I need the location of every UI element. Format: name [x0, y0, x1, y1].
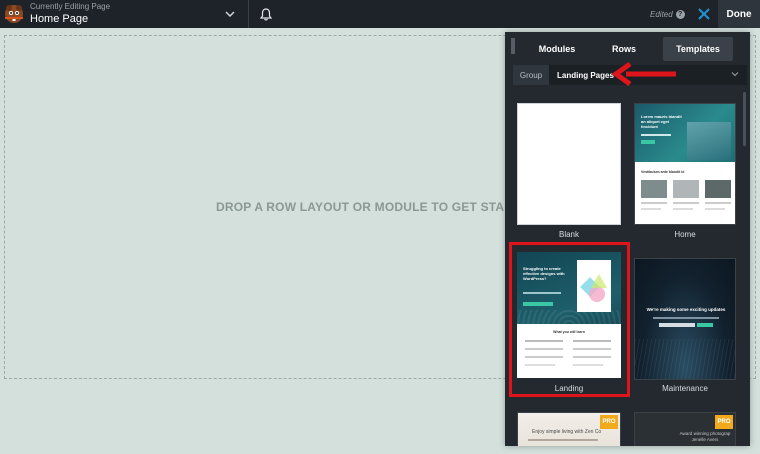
template-label: Maintenance: [662, 384, 708, 393]
home-hero-text: Lorem mauris blandit an aliquet eget tin…: [641, 114, 682, 129]
template-thumbnail[interactable]: Enjoy simple living with Zen Co PRO: [517, 412, 621, 446]
zen-hero-text: Enjoy simple living with Zen Co: [532, 429, 602, 435]
maintenance-hero-text: We're making some exciting updates: [646, 307, 726, 312]
drag-handle-icon[interactable]: [511, 38, 515, 54]
chevron-down-icon[interactable]: [220, 0, 240, 28]
template-label: Home: [674, 230, 696, 239]
close-icon[interactable]: [694, 0, 714, 28]
edited-status: Edited ?: [650, 0, 685, 28]
template-label: Blank: [558, 230, 579, 239]
home-section-text: Vestibulum ante blandit id: [641, 170, 685, 174]
top-bar: Currently Editing Page Home Page Edited …: [0, 0, 760, 28]
help-icon[interactable]: ?: [675, 9, 685, 19]
content-panel: Modules Rows Templates Group Landing Pag…: [505, 32, 750, 446]
editing-label: Currently Editing Page: [30, 2, 111, 11]
tab-templates[interactable]: Templates: [663, 37, 733, 61]
tab-modules[interactable]: Modules: [521, 37, 593, 61]
bell-icon[interactable]: [249, 0, 283, 28]
template-thumbnail[interactable]: Lorem mauris blandit an aliquet eget tin…: [634, 103, 736, 225]
panel-tabs: Modules Rows Templates: [521, 37, 749, 61]
landing-highlight-box: [509, 242, 630, 397]
scrollbar[interactable]: [743, 92, 746, 146]
edited-label: Edited: [650, 9, 673, 19]
pro-badge: PRO: [600, 415, 618, 429]
chevron-down-icon[interactable]: [731, 70, 739, 78]
group-label: Group: [513, 65, 549, 85]
template-thumbnail[interactable]: [517, 103, 621, 225]
template-thumbnail[interactable]: We're making some exciting updates: [634, 258, 736, 380]
group-value: Landing Pages: [557, 70, 614, 80]
tab-rows[interactable]: Rows: [593, 37, 655, 61]
drop-zone-text: DROP A ROW LAYOUT OR MODULE TO GET STA: [216, 200, 505, 214]
pro-badge: PRO: [715, 415, 733, 429]
page-title: Home Page: [30, 13, 89, 25]
done-button[interactable]: Done: [718, 0, 760, 28]
beaver-logo-icon[interactable]: [0, 0, 28, 28]
red-arrow-icon: [612, 62, 676, 86]
page-info[interactable]: Currently Editing Page Home Page: [30, 3, 220, 25]
template-thumbnail[interactable]: Award winning photograp Jenelle Avers PR…: [634, 412, 736, 446]
photographer-hero-text: Award winning photograp Jenelle Avers: [679, 431, 731, 442]
